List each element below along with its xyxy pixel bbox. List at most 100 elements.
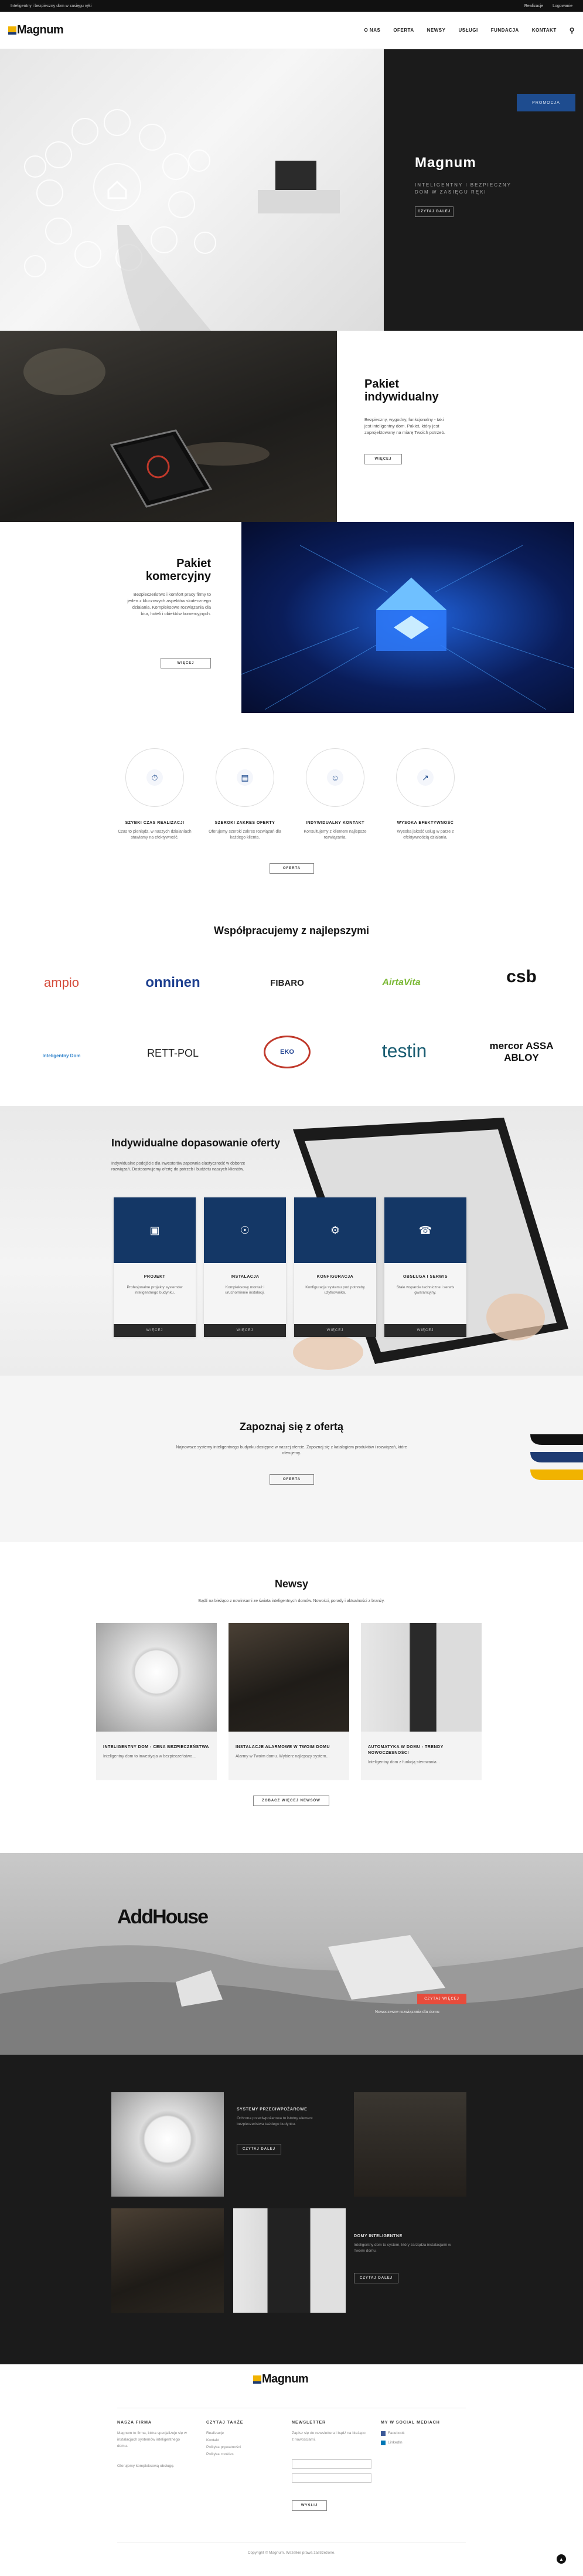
pakiet-kom-title: Pakiet komercyjny — [145, 557, 211, 583]
partner-logo-eko[interactable]: EKO — [264, 1036, 311, 1068]
footer-col-title: NASZA FIRMA — [117, 2421, 152, 2425]
project-icon: ▣ — [114, 1197, 196, 1263]
footer-social-link[interactable]: LinkedIn — [388, 2439, 403, 2446]
option-card-more-button[interactable]: WIĘCEJ — [294, 1324, 376, 1337]
tablet-graphic — [23, 348, 270, 508]
feature-circle-1: ⏱ — [125, 748, 184, 807]
news-card-text: Inteligentny dom to inwestycja w bezpiec… — [103, 1754, 196, 1759]
zapoznaj-offer-button[interactable]: OFERTA — [270, 1474, 314, 1485]
option-card-konfiguracja[interactable]: ⚙ KONFIGURACJA Konfiguracja systemu pod … — [294, 1197, 376, 1337]
feature-title: SZYBKI CZAS REALIZACJI — [125, 821, 185, 825]
nav-item-kontakt[interactable]: KONTAKT — [532, 28, 557, 33]
partner-logo-ampio[interactable]: ampio — [23, 971, 100, 995]
linkedin-icon[interactable] — [381, 2441, 386, 2445]
feature-text: Czas to pieniądz, w naszych działaniach … — [118, 830, 192, 840]
zapoznaj-section: Zapoznaj się z ofertą Najnowsze systemy … — [0, 1376, 583, 1542]
pakiet-indywidualny-section: Pakiet indywidualny Bezpieczny, wygodny,… — [0, 331, 583, 522]
newsletter-email-input[interactable] — [292, 2473, 371, 2483]
features-section: ⏱ ▤ ☺ ↗ SZYBKI CZAS REALIZACJI SZEROKI Z… — [0, 713, 583, 912]
top-bar-links: Realizacje Logowanie — [516, 4, 572, 8]
footer-col-title: NEWSLETTER — [292, 2421, 326, 2425]
news-card-2[interactable]: INSTALACJE ALARMOWE W TWOIM DOMU Alarmy … — [229, 1623, 349, 1780]
feature-circle-3: ☺ — [306, 748, 364, 807]
wall-panel-photo — [354, 2092, 466, 2197]
calendar-icon: ▤ — [237, 769, 253, 786]
tablet-news-image — [229, 1623, 349, 1732]
option-card-obsluga[interactable]: ☎ OBSŁUGA I SERWIS Stałe wsparcie techni… — [384, 1197, 466, 1337]
pakiet-komercyjny-section: Pakiet komercyjny Bezpieczeństwo i komfo… — [0, 522, 583, 713]
partner-logo-inteligentny-dom[interactable]: Inteligentny Dom — [35, 1038, 88, 1073]
hero-subtitle: INTELIGENTNY I BEZPIECZNY DOM W ZASIĘGU … — [415, 182, 512, 195]
option-card-projekt[interactable]: ▣ PROJEKT Profesjonalne projekty systemó… — [114, 1197, 196, 1337]
news-section: Newsy Bądź na bieżąco z nowinkami ze świ… — [0, 1542, 583, 1853]
partners-title: Współpracujemy z najlepszymi — [213, 925, 370, 936]
partner-logo-fibaro[interactable]: FIBARO — [252, 971, 322, 995]
partner-logo-airtavita[interactable]: AirtaVita — [363, 971, 439, 995]
addhouse-read-more-button[interactable]: CZYTAJ WIĘCEJ — [417, 1994, 466, 2004]
newsletter-name-input[interactable] — [292, 2459, 371, 2469]
nav-item-oferta[interactable]: OFERTA — [393, 28, 414, 33]
scroll-top-button[interactable]: ▲ — [557, 2554, 566, 2564]
option-card-more-button[interactable]: WIĘCEJ — [204, 1324, 286, 1337]
footer-logo[interactable]: Magnum — [253, 2373, 309, 2386]
partner-logo-rett-pol[interactable]: RETT-POL — [135, 1041, 211, 1065]
top-link-realizacje[interactable]: Realizacje — [524, 4, 543, 8]
feature-text: Wysoka jakość usług w parze z efektywnoś… — [397, 830, 454, 840]
pakiet-ind-more-button[interactable]: WIĘCEJ — [364, 454, 402, 464]
footer: Magnum NASZA FIRMA Magnum to firma, któr… — [0, 2364, 583, 2576]
nav-item-fundacja[interactable]: FUNDACJA — [491, 28, 519, 33]
footer-link[interactable]: Kontakt — [206, 2437, 219, 2443]
brand-name: Magnum — [17, 23, 64, 36]
hero-read-more-button[interactable]: CZYTAJ DALEJ — [415, 206, 454, 217]
top-bar-text: Inteligentny i bezpieczny dom w zasięgu … — [11, 4, 92, 8]
nav-item-newsy[interactable]: NEWSY — [427, 28, 446, 33]
footer-link[interactable]: Realizacje — [206, 2430, 224, 2436]
tablet-photo-2 — [111, 2208, 224, 2313]
hero-title: Magnum — [415, 155, 476, 171]
smoke-detector-image — [96, 1623, 217, 1732]
footer-link[interactable]: Polityka prywatności — [206, 2444, 241, 2451]
circuit-house-graphic — [241, 545, 575, 710]
nav-item-o-nas[interactable]: O NAS — [364, 28, 380, 33]
partner-logo-csb[interactable]: csb — [480, 965, 562, 989]
features-offer-button[interactable]: OFERTA — [270, 863, 314, 874]
news-more-button[interactable]: ZOBACZ WIĘCEJ NEWSÓW — [253, 1796, 329, 1806]
addhouse-text: Nowoczesne rozwiązania dla domu — [375, 2010, 439, 2014]
addhouse-logo[interactable]: AddHouse — [117, 1906, 209, 1929]
news-card-1[interactable]: INTELIGENTNY DOM - CENA BEZPIECZEŃSTWA I… — [96, 1623, 217, 1780]
wall-panel-image — [361, 1623, 482, 1732]
footer-link[interactable]: Polityka cookies — [206, 2451, 234, 2458]
partner-logo-onninen[interactable]: onninen — [135, 971, 211, 995]
option-card-more-button[interactable]: WIĘCEJ — [114, 1324, 196, 1337]
news-card-text: Alarmy w Twoim domu. Wybierz najlepszy s… — [236, 1754, 330, 1759]
search-icon[interactable]: ⚲ — [570, 26, 575, 35]
promo-text: Inteligentny dom to system, który zarząd… — [354, 2243, 451, 2253]
feature-text: Konsultujemy z klientem najlepsze rozwią… — [304, 830, 367, 840]
promo-read-more-button[interactable]: CZYTAJ DALEJ — [237, 2144, 281, 2154]
feature-text: Oferujemy szeroki zakres rozwiązań dla k… — [209, 830, 281, 840]
top-link-logowanie[interactable]: Logowanie — [553, 4, 572, 8]
main-nav: O NAS OFERTA NEWSY USŁUGI FUNDACJA KONTA… — [351, 26, 575, 35]
option-card-instalacja[interactable]: ☉ INSTALACJA Kompleksowy montaż i urucho… — [204, 1197, 286, 1337]
promo-read-more-button[interactable]: CZYTAJ DALEJ — [354, 2273, 398, 2283]
newsletter-send-button[interactable]: WYŚLIJ — [292, 2500, 327, 2511]
tablet-photo — [0, 331, 337, 522]
option-card-text: Kompleksowy montaż i uruchomienie instal… — [225, 1285, 265, 1295]
pakiet-kom-more-button[interactable]: WIĘCEJ — [161, 658, 211, 668]
nav-item-uslugi[interactable]: USŁUGI — [458, 28, 478, 33]
brand-logo[interactable]: Magnum — [8, 23, 64, 37]
pakiet-kom-text: Bezpieczeństwo i komfort pracy firmy to … — [127, 592, 211, 616]
partner-logo-testin[interactable]: testin — [363, 1039, 445, 1063]
gear-icon: ⚙ — [294, 1197, 376, 1263]
partner-logo-mercor[interactable]: mercor ASSA ABLOY — [480, 1036, 562, 1068]
footer-col-text: Zapisz się do newslettera i bądź na bież… — [292, 2431, 366, 2442]
footer-social-link[interactable]: Facebook — [388, 2430, 405, 2436]
option-card-more-button[interactable]: WIĘCEJ — [384, 1324, 466, 1337]
facebook-icon[interactable] — [381, 2431, 386, 2436]
news-card-3[interactable]: AUTOMATYKA W DOMU - TRENDY NOWOCZESNOŚCI… — [361, 1623, 482, 1780]
news-card-text: Inteligentny dom z funkcją sterowania... — [368, 1760, 440, 1764]
promo-badge[interactable]: PROMOCJA — [517, 94, 575, 111]
promo-text: Ochrona przeciwpożarowa to istotny eleme… — [237, 2116, 313, 2126]
smoke-detector-photo — [111, 2092, 224, 2197]
footer-col-title: CZYTAJ TAKŻE — [206, 2421, 244, 2425]
